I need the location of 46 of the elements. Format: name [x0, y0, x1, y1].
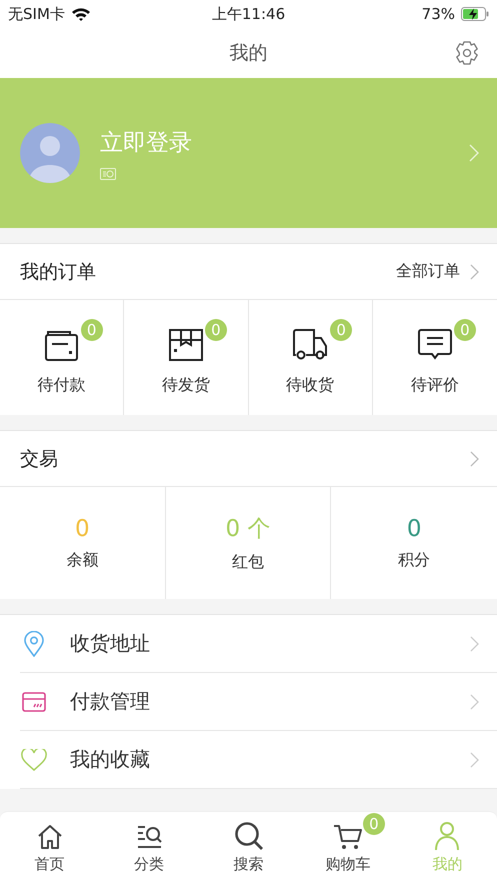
user-icon — [433, 821, 462, 851]
chevron-icon — [470, 450, 479, 466]
page-title: 我的 — [230, 41, 268, 66]
stat-label: 积分 — [398, 550, 430, 570]
stat-value: 0 个 — [226, 515, 270, 544]
count-badge: 0 — [362, 813, 385, 835]
stat-label: 余额 — [66, 550, 98, 570]
comment-icon — [418, 329, 452, 361]
carrier-label: 无SIM卡 — [8, 4, 65, 24]
count-badge: 0 — [330, 319, 352, 341]
home-icon — [36, 823, 64, 851]
wifi-icon — [70, 7, 91, 21]
battery-percent: 73% — [422, 5, 455, 23]
menu-item[interactable]: 付款管理 — [20, 673, 497, 731]
tab[interactable]: 0 购物车 — [298, 812, 398, 883]
category-icon — [135, 823, 164, 851]
package-icon — [168, 329, 203, 361]
stat-value: 0 — [75, 516, 90, 542]
chevron-icon — [470, 752, 479, 768]
section-title: 交易 — [20, 446, 59, 472]
menu-item[interactable]: 我的收藏 — [20, 731, 497, 789]
section-title: 我的订单 — [20, 260, 97, 284]
tab[interactable]: 搜索 — [198, 812, 298, 883]
all-orders-link[interactable]: 全部订单 — [396, 261, 460, 282]
avatar-icon — [20, 123, 80, 183]
count-badge: 0 — [454, 319, 476, 341]
wallet-icon — [44, 329, 79, 361]
battery-icon — [461, 7, 489, 21]
tab[interactable]: 首页 — [0, 812, 100, 883]
chevron-icon — [469, 144, 479, 162]
count-badge: 0 — [80, 319, 103, 341]
settings-icon[interactable] — [454, 40, 480, 66]
clock-time: 上午11:46 — [212, 4, 286, 24]
search-icon — [234, 821, 264, 851]
stat-label: 红包 — [232, 552, 264, 573]
truck-icon — [292, 329, 328, 361]
cart-icon — [332, 823, 363, 851]
chevron-icon — [470, 636, 479, 652]
chevron-icon — [470, 694, 479, 710]
tab[interactable]: 分类 — [99, 812, 199, 883]
order-status-item[interactable]: 0 待评价 — [372, 300, 497, 415]
count-badge: 0 — [204, 319, 227, 341]
chevron-icon — [470, 264, 479, 280]
member-card-icon — [100, 168, 116, 180]
menu-item[interactable]: 收货地址 — [20, 615, 497, 673]
stat-value: 0 — [406, 516, 422, 542]
